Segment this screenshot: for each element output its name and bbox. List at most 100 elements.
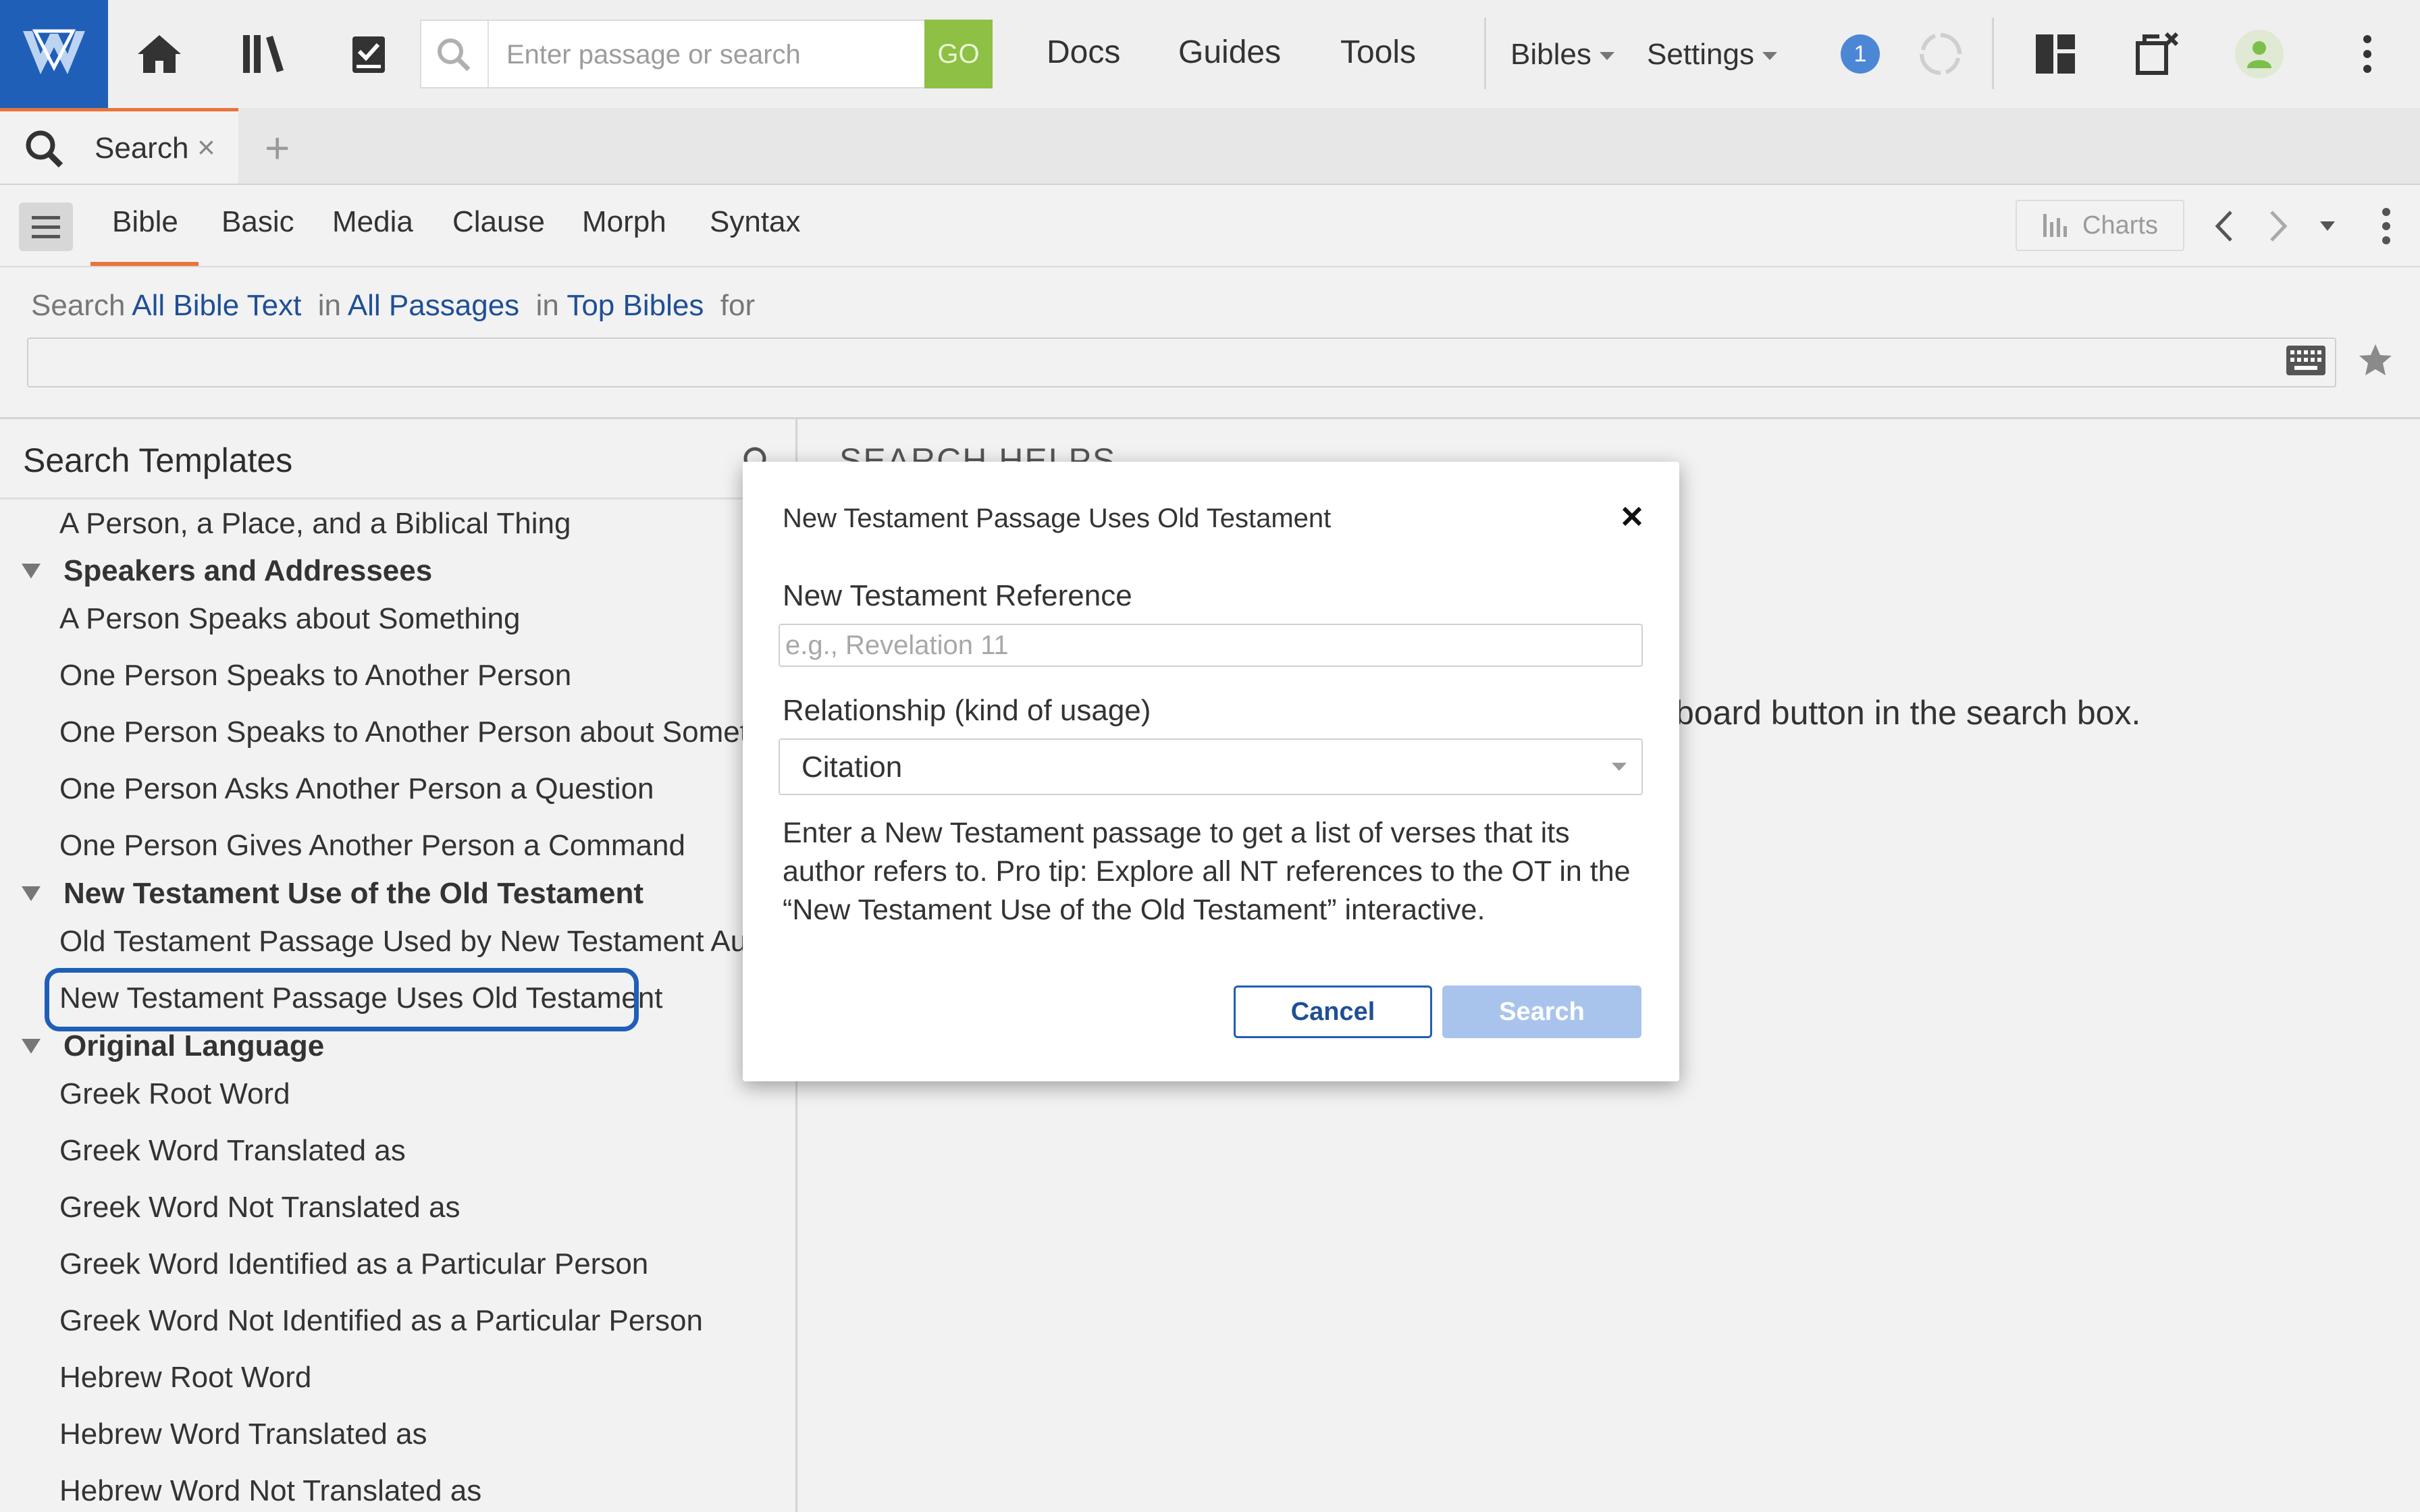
star-favorite-icon[interactable] [2357, 342, 2394, 379]
template-item[interactable]: Greek Word Not Identified as a Particula… [59, 1304, 703, 1338]
panel-more-icon[interactable] [2381, 207, 2392, 246]
tab-clause[interactable]: Clause [452, 205, 545, 239]
library-icon[interactable] [238, 27, 292, 81]
charts-label: Charts [2082, 211, 2158, 240]
settings-dropdown[interactable]: Settings [1647, 38, 1777, 72]
panel-menu-button[interactable] [19, 202, 73, 251]
template-item[interactable]: Hebrew Word Translated as [59, 1418, 427, 1451]
home-icon[interactable] [132, 27, 186, 81]
chevron-down-icon [1612, 763, 1627, 771]
tools-link[interactable]: Tools [1340, 34, 1416, 71]
toolbar-separator [1992, 18, 1994, 89]
nt-reference-input[interactable] [779, 624, 1643, 667]
chevron-left-icon[interactable] [2212, 209, 2235, 243]
nt-reference-label: New Testament Reference [783, 579, 1132, 612]
close-tab-icon[interactable]: × [197, 129, 215, 165]
template-item[interactable]: Old Testament Passage Used by New Testam… [59, 925, 788, 959]
template-category[interactable]: Speakers and Addressees [22, 554, 432, 588]
close-panels-icon[interactable] [2131, 27, 2185, 81]
selected-template-highlight [45, 968, 639, 1031]
tab-search-label: Search [95, 132, 189, 165]
template-item[interactable]: Hebrew Root Word [59, 1361, 311, 1395]
dialog-description: Enter a New Testament passage to get a l… [783, 817, 1631, 926]
search-button[interactable]: Search [1442, 986, 1641, 1038]
template-category-label: Speakers and Addressees [63, 554, 433, 587]
add-tab-icon[interactable]: + [265, 123, 290, 173]
tab-syntax[interactable]: Syntax [710, 205, 801, 239]
scope-in-word: in [317, 289, 342, 322]
template-category-label: New Testament Use of the Old Testament [63, 877, 643, 910]
template-item[interactable]: One Person Speaks to Another Person abou… [59, 716, 788, 749]
collapse-triangle-icon [22, 1039, 41, 1054]
collapse-triangle-icon [22, 564, 41, 578]
history-dropdown-icon[interactable] [2319, 220, 2336, 232]
template-item[interactable]: One Person Gives Another Person a Comman… [59, 829, 685, 863]
top-toolbar: GO Docs Guides Tools Bibles Settings 1 [0, 0, 2420, 108]
docs-link[interactable]: Docs [1047, 34, 1120, 71]
cancel-button[interactable]: Cancel [1234, 986, 1432, 1038]
charts-button[interactable]: Charts [2016, 200, 2184, 251]
search-templates-title: Search Templates [23, 441, 293, 479]
chevron-down-icon [1599, 52, 1614, 60]
active-tab-underline [90, 262, 199, 266]
dialog-title: New Testament Passage Uses Old Testament [783, 504, 1332, 533]
logos-logo-icon [23, 29, 85, 74]
notification-badge[interactable]: 1 [1841, 34, 1880, 74]
passages-scope-link[interactable]: All Passages [348, 289, 519, 322]
search-query-input[interactable] [27, 338, 2336, 387]
search-icon [438, 38, 471, 72]
scope-for-word: for [720, 289, 756, 322]
collapse-triangle-icon [22, 886, 41, 901]
guides-link[interactable]: Guides [1178, 34, 1281, 71]
tasks-checklist-icon[interactable] [342, 27, 396, 81]
passage-search-input[interactable] [505, 30, 886, 79]
layouts-icon[interactable] [2028, 27, 2082, 81]
settings-dropdown-label: Settings [1647, 38, 1754, 71]
template-item[interactable]: One Person Asks Another Person a Questio… [59, 772, 654, 806]
go-button[interactable]: GO [924, 20, 993, 88]
relationship-label: Relationship (kind of usage) [783, 694, 1151, 727]
template-item[interactable]: A Person Speaks about Something [59, 602, 520, 636]
bar-chart-icon [2043, 214, 2068, 237]
template-item[interactable]: A Person, a Place, and a Biblical Thing [59, 507, 571, 541]
template-item[interactable]: Hebrew Word Not Translated as [59, 1474, 481, 1508]
more-menu-icon[interactable] [2340, 27, 2394, 81]
bibles-dropdown[interactable]: Bibles [1510, 38, 1614, 72]
scope-in-word: in [535, 289, 559, 322]
text-scope-link[interactable]: All Bible Text [132, 289, 301, 322]
panel-tab-row: Search × + [0, 108, 2420, 185]
search-box-divider [488, 21, 489, 87]
template-category-label: Original Language [63, 1029, 325, 1062]
template-item[interactable]: Greek Word Translated as [59, 1134, 406, 1168]
passage-search-box [420, 20, 993, 88]
search-helps-text: board button in the search box. [1675, 694, 2141, 732]
search-templates-panel: Search Templates A Person, a Place, and … [0, 419, 795, 1512]
toolbar-separator [1484, 18, 1486, 89]
logos-logo-button[interactable] [0, 0, 108, 108]
bibles-scope-link[interactable]: Top Bibles [567, 289, 704, 322]
scope-search-word: Search [31, 289, 126, 322]
tab-media[interactable]: Media [332, 205, 413, 239]
template-item[interactable]: One Person Speaks to Another Person [59, 659, 571, 693]
tab-basic[interactable]: Basic [221, 205, 294, 239]
user-avatar-icon[interactable] [2235, 30, 2284, 78]
tab-morph[interactable]: Morph [582, 205, 666, 239]
chevron-down-icon [1762, 52, 1777, 60]
template-item[interactable]: Greek Word Not Translated as [59, 1191, 460, 1224]
close-icon[interactable] [1615, 500, 1649, 533]
relationship-select-value: Citation [801, 751, 903, 784]
sync-icon[interactable] [1914, 27, 1968, 81]
relationship-select[interactable]: Citation [779, 738, 1643, 795]
tab-search[interactable]: Search × [0, 108, 238, 184]
templates-header-divider [0, 497, 795, 500]
template-category[interactable]: New Testament Use of the Old Testament [22, 877, 643, 911]
template-item[interactable]: Greek Root Word [59, 1077, 290, 1111]
template-category[interactable]: Original Language [22, 1029, 324, 1063]
search-scope-line: Search All Bible Text in All Passages in… [31, 289, 755, 323]
template-item[interactable]: Greek Word Identified as a Particular Pe… [59, 1247, 648, 1281]
chevron-right-icon[interactable] [2267, 209, 2290, 243]
tab-bible[interactable]: Bible [112, 205, 178, 239]
search-icon [26, 130, 63, 168]
search-type-toolbar: Bible Basic Media Clause Morph Syntax Ch… [0, 185, 2420, 267]
keyboard-icon[interactable] [2285, 344, 2327, 377]
